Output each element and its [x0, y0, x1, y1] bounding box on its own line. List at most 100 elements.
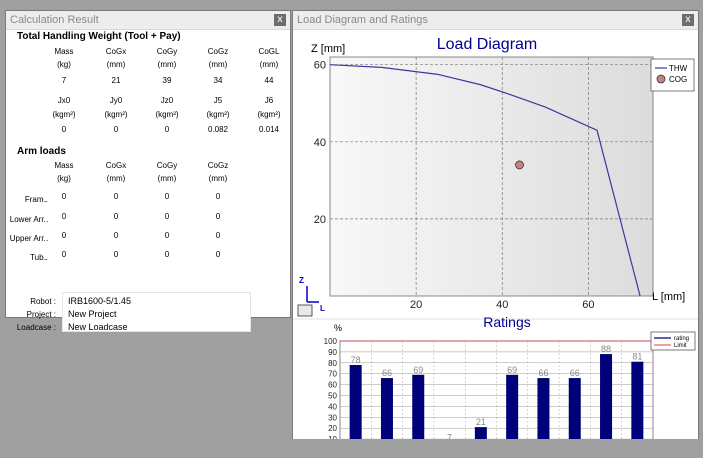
arm-value[interactable]: 0: [147, 192, 187, 201]
total-col-name: CoGz: [207, 47, 229, 56]
axis-icon-l-label: L: [320, 304, 325, 313]
arm-value[interactable]: 0: [96, 231, 136, 240]
total-value[interactable]: 39: [147, 76, 187, 85]
calculation-result-window: Calculation Result x Total Handling Weig…: [5, 10, 291, 332]
arm-col-name: Mass: [54, 161, 74, 170]
rating-bar-label: 21: [476, 417, 486, 427]
total-value[interactable]: 0.014: [249, 125, 289, 134]
rating-bar: [380, 378, 393, 450]
legend-limit-label: Limit: [674, 343, 687, 349]
rating-bar-label: 69: [507, 365, 517, 375]
arm-value[interactable]: 0: [96, 250, 136, 259]
legend-rating-label: rating: [674, 336, 689, 342]
arm-value[interactable]: 0: [147, 231, 187, 240]
arm-value[interactable]: 0: [96, 212, 136, 221]
total-value[interactable]: 0: [147, 125, 187, 134]
calc-close-button[interactable]: x: [274, 14, 286, 26]
arm-col-unit: (mm): [208, 174, 228, 183]
info-label: Robot :: [30, 297, 56, 306]
rating-bar-label: 66: [382, 368, 392, 378]
legend-cog-label: COG: [669, 75, 687, 84]
total-col-name: Jx0: [57, 96, 71, 105]
total-col-name: Jy0: [109, 96, 123, 105]
arm-value[interactable]: 0: [44, 212, 84, 221]
rating-bar-label: 7: [447, 432, 452, 439]
axis-icon-z-label: Z: [299, 276, 304, 285]
arm-row-label: Tube: [30, 253, 48, 262]
arm-value[interactable]: 0: [96, 192, 136, 201]
info-value: New Loadcase: [68, 322, 128, 332]
arm-row-label: Lower Arm: [9, 215, 48, 224]
rating-bar-label: 66: [570, 368, 580, 378]
ratings-y-tick-label: 30: [328, 413, 337, 422]
rating-bar: [537, 378, 550, 450]
arm-value[interactable]: 0: [147, 212, 187, 221]
total-col-name: J6: [264, 96, 274, 105]
arm-col-unit: (kg): [57, 174, 71, 183]
ld-titlebar[interactable]: Load Diagram and Ratings x: [293, 11, 698, 30]
total-value[interactable]: 21: [96, 76, 136, 85]
ratings-y-tick-label: 10: [328, 435, 337, 439]
ratings-ylabel: %: [334, 323, 342, 333]
total-col-unit: (mm): [259, 60, 279, 69]
total-col-name: J5: [213, 96, 223, 105]
arm-value[interactable]: 0: [44, 250, 84, 259]
total-col-name: CoGx: [105, 47, 127, 56]
arm-col-name: CoGx: [105, 161, 127, 170]
arm-value[interactable]: 0: [198, 192, 238, 201]
load-diagram-window: Load Diagram and Ratings x 20 40 60 20 40 60 L…: [292, 10, 699, 458]
arm-col-name: CoGy: [156, 161, 178, 170]
ld-body: 20 40 60 20 40 60 Load Diagram Z [mm] L [mm] THW C…: [293, 30, 698, 458]
total-value[interactable]: 0.082: [198, 125, 238, 134]
rating-bar-label: 66: [538, 368, 548, 378]
x-tick-label: 60: [582, 299, 594, 311]
arm-value[interactable]: 0: [198, 250, 238, 259]
total-col-name: Mass: [54, 47, 74, 56]
arm-col-name: CoGz: [207, 161, 229, 170]
rating-bar-label: 78: [351, 355, 361, 365]
arm-row-label: Frame: [24, 195, 48, 204]
arm-value[interactable]: 0: [44, 231, 84, 240]
total-value[interactable]: 7: [44, 76, 84, 85]
load-diagram-chart-area: 20 40 60 20 40 60 Load Diagram Z [mm] L [mm] THW C…: [293, 30, 698, 458]
arm-col-unit: (mm): [157, 174, 177, 183]
ratings-y-tick-label: 70: [328, 370, 337, 379]
arm-row-label: Upper Arm: [9, 234, 48, 243]
total-col-unit: (kg): [57, 60, 71, 69]
arm-value[interactable]: 0: [198, 231, 238, 240]
robot-icon: [297, 304, 313, 317]
arm-value[interactable]: 0: [147, 250, 187, 259]
total-col-unit: (kgm²): [52, 110, 76, 119]
legend-thw-label: THW: [669, 64, 688, 73]
total-col-unit: (kgm²): [257, 110, 281, 119]
arm-col-unit: (mm): [106, 174, 126, 183]
x-tick-label: 20: [410, 299, 422, 311]
rating-bar: [631, 361, 644, 450]
rating-bar: [600, 354, 613, 450]
rating-bar-label: 88: [601, 344, 611, 354]
arm-value[interactable]: 0: [198, 212, 238, 221]
calc-window-title: Calculation Result: [10, 14, 99, 26]
total-value[interactable]: 0: [96, 125, 136, 134]
total-col-name: CoGL: [258, 47, 280, 56]
total-col-unit: (kgm²): [104, 110, 128, 119]
total-col-unit: (mm): [208, 60, 228, 69]
ratings-y-tick-label: 60: [328, 381, 337, 390]
ratings-y-tick-label: 20: [328, 424, 337, 433]
total-value[interactable]: 0: [44, 125, 84, 134]
total-value[interactable]: 34: [198, 76, 238, 85]
y-tick-label: 40: [314, 137, 326, 149]
arm-value[interactable]: 0: [44, 192, 84, 201]
legend-cog-swatch: [656, 74, 666, 84]
ratings-y-tick-label: 80: [328, 359, 337, 368]
ratings-y-tick-label: 90: [328, 348, 337, 357]
rating-bar: [474, 427, 487, 450]
total-value[interactable]: 44: [249, 76, 289, 85]
ratings-title: Ratings: [483, 314, 530, 330]
calc-titlebar[interactable]: Calculation Result x: [6, 11, 290, 30]
ratings-y-tick-label: 50: [328, 392, 337, 401]
total-handling-weight-heading: Total Handling Weight (Tool + Pay): [17, 31, 181, 42]
x-tick-label: 40: [496, 299, 508, 311]
ld-window-title: Load Diagram and Ratings: [297, 14, 428, 26]
ld-close-button[interactable]: x: [682, 14, 694, 26]
